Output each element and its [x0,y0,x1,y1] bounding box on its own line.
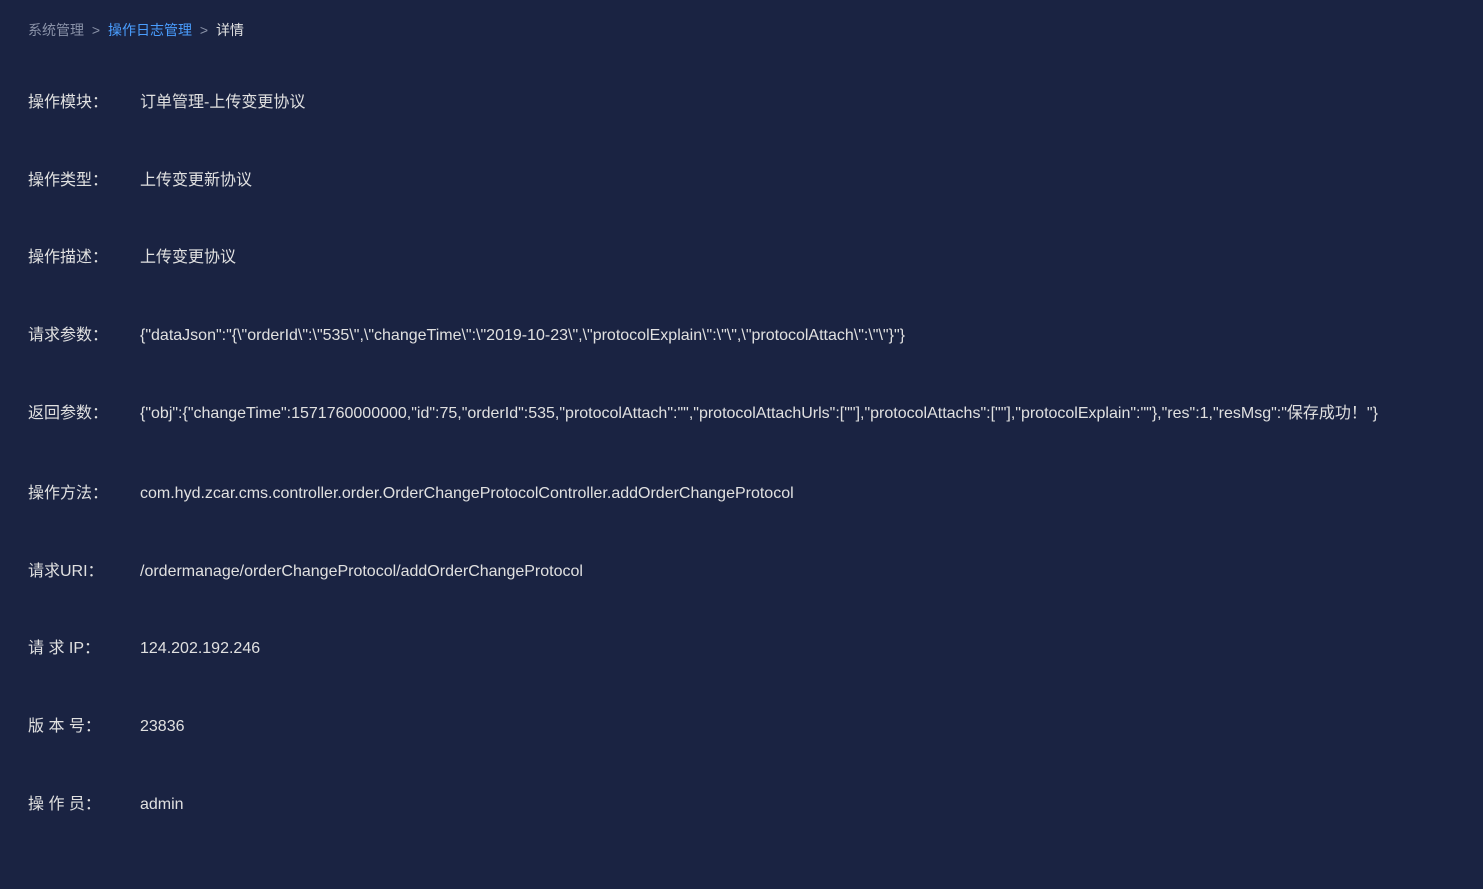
label-version: 版 本 号： [28,714,140,740]
row-version: 版 本 号： 23836 [28,714,1455,740]
breadcrumb-separator: > [200,22,208,38]
label-method: 操作方法： [28,481,140,507]
breadcrumb-current: 详情 [216,22,244,38]
label-module: 操作模块： [28,90,140,116]
value-version: 23836 [140,714,1455,740]
label-operator: 操 作 员： [28,792,140,818]
value-module: 订单管理-上传变更协议 [140,90,1455,116]
row-request-params: 请求参数： {"dataJson":"{\"orderId\":\"535\",… [28,323,1455,349]
row-uri: 请求URI： /ordermanage/orderChangeProtocol/… [28,559,1455,585]
label-type: 操作类型： [28,168,140,194]
label-response-params: 返回参数： [28,400,140,429]
value-description: 上传变更协议 [140,245,1455,271]
value-response-params: {"obj":{"changeTime":1571760000000,"id":… [140,405,1378,422]
value-request-params: {"dataJson":"{\"orderId\":\"535\",\"chan… [140,323,1455,349]
breadcrumb-item-1: 系统管理 [28,22,84,38]
row-module: 操作模块： 订单管理-上传变更协议 [28,90,1455,116]
breadcrumb-separator: > [92,22,100,38]
row-method: 操作方法： com.hyd.zcar.cms.controller.order.… [28,481,1455,507]
label-description: 操作描述： [28,245,140,271]
row-ip: 请 求 IP： 124.202.192.246 [28,636,1455,662]
row-operator: 操 作 员： admin [28,792,1455,818]
row-type: 操作类型： 上传变更新协议 [28,168,1455,194]
value-ip: 124.202.192.246 [140,636,1455,662]
value-uri: /ordermanage/orderChangeProtocol/addOrde… [140,559,1455,585]
label-uri: 请求URI： [28,559,140,585]
label-ip: 请 求 IP： [28,636,140,662]
label-request-params: 请求参数： [28,323,140,349]
value-type: 上传变更新协议 [140,168,1455,194]
value-operator: admin [140,792,1455,818]
row-description: 操作描述： 上传变更协议 [28,245,1455,271]
breadcrumb: 系统管理 > 操作日志管理 > 详情 [28,20,1455,40]
value-method: com.hyd.zcar.cms.controller.order.OrderC… [140,481,1455,507]
breadcrumb-item-2[interactable]: 操作日志管理 [108,22,192,38]
row-response-params: 返回参数：{"obj":{"changeTime":1571760000000,… [28,400,1455,429]
